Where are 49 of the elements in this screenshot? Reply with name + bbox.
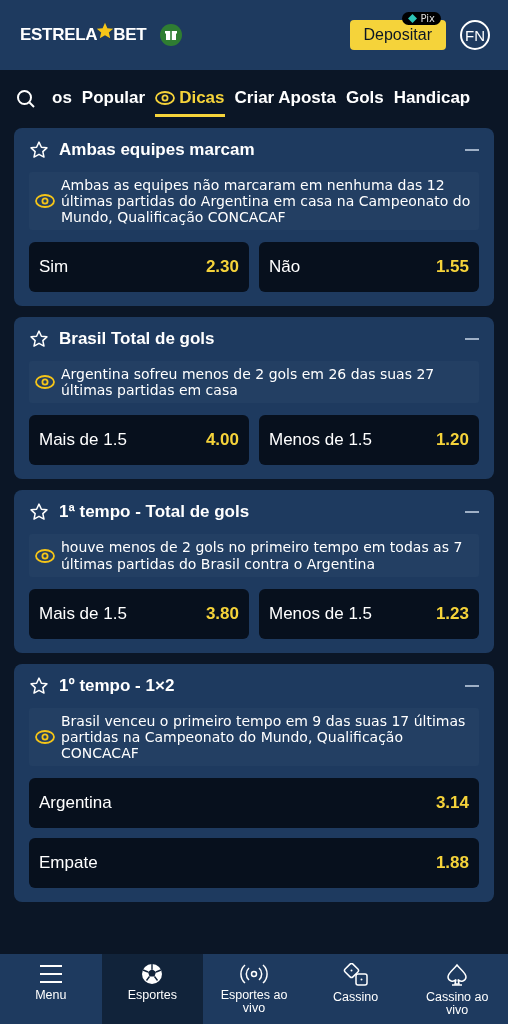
eye-icon [35, 194, 55, 209]
eye-icon [35, 729, 55, 744]
menu-icon [38, 963, 63, 985]
eye-icon [155, 90, 176, 105]
soccer-ball-icon [141, 963, 164, 985]
dice-icon [342, 963, 369, 987]
spade-icon [446, 963, 469, 987]
star-logo-icon [96, 22, 115, 40]
logo-text: BET [113, 25, 147, 45]
nav-item[interactable]: Esportes ao vivo [203, 954, 305, 1024]
logo-text: ESTRELA [20, 25, 98, 45]
avatar-button[interactable]: FN [460, 20, 490, 50]
tip-text: Argentina sofreu menos de 2 gols em 26 das suas 27 últimas partidas em casa [61, 366, 436, 399]
category-tab[interactable]: Gols [345, 81, 384, 117]
market-title: Ambas equipes marcam [59, 140, 256, 160]
eye-icon [35, 548, 55, 563]
odds-button[interactable]: Mais de 1.5 4.00 [29, 415, 249, 466]
collapse-icon[interactable] [465, 148, 479, 152]
odds-button[interactable]: Menos de 1.5 1.20 [259, 415, 479, 466]
odds-button[interactable]: Argentina 3.14 [29, 777, 479, 828]
category-tab[interactable]: Criar Aposta [234, 81, 336, 117]
tip-text: Ambas as equipes não marcaram em nenhuma das 12 últimas partidas do Argentina em casa na Campeonato do Mundo, Qualificação CONCACAF [61, 177, 472, 226]
category-tab[interactable]: Dicas [155, 81, 225, 117]
market-title: 1º tempo - 1×2 [59, 675, 176, 696]
category-tab[interactable]: Handicap [393, 81, 471, 117]
market-title: Brasil Total de gols [59, 329, 216, 350]
star-icon[interactable] [29, 140, 49, 160]
nav-item[interactable]: Esportes [101, 954, 204, 1024]
broadcast-icon [240, 963, 268, 985]
star-icon[interactable] [29, 329, 49, 350]
star-icon[interactable] [29, 502, 49, 523]
odds-button[interactable]: Sim 2.30 [29, 242, 249, 293]
gift-icon[interactable] [160, 24, 183, 46]
category-tab[interactable]: Popular [81, 81, 146, 117]
nav-item[interactable]: Menu [0, 954, 102, 1024]
odds-button[interactable]: Menos de 1.5 1.23 [259, 588, 479, 639]
market-title: 1ª tempo - Total de gols [59, 502, 251, 523]
star-icon[interactable] [29, 675, 49, 696]
nav-item[interactable]: Cassino ao vivo [406, 954, 508, 1024]
odds-button[interactable]: Não 1.55 [259, 242, 479, 293]
tip-text: Brasil venceu o primeiro tempo em 9 das suas 17 últimas partidas na Campeonato do Mundo, Qualificação CONCACAF [61, 712, 467, 761]
nav-item[interactable]: Cassino [304, 954, 407, 1024]
odds-button[interactable]: Mais de 1.5 3.80 [29, 588, 249, 639]
search-icon[interactable] [16, 89, 36, 109]
pix-badge: Pix [401, 12, 442, 25]
eye-icon [35, 375, 55, 390]
odds-button[interactable]: Empate 1.88 [29, 837, 479, 888]
category-tab[interactable]: os [52, 81, 72, 117]
tip-text: houve menos de 2 gols no primeiro tempo em todas as 7 últimas partidas do Brasil contra o Argentina [61, 539, 464, 572]
